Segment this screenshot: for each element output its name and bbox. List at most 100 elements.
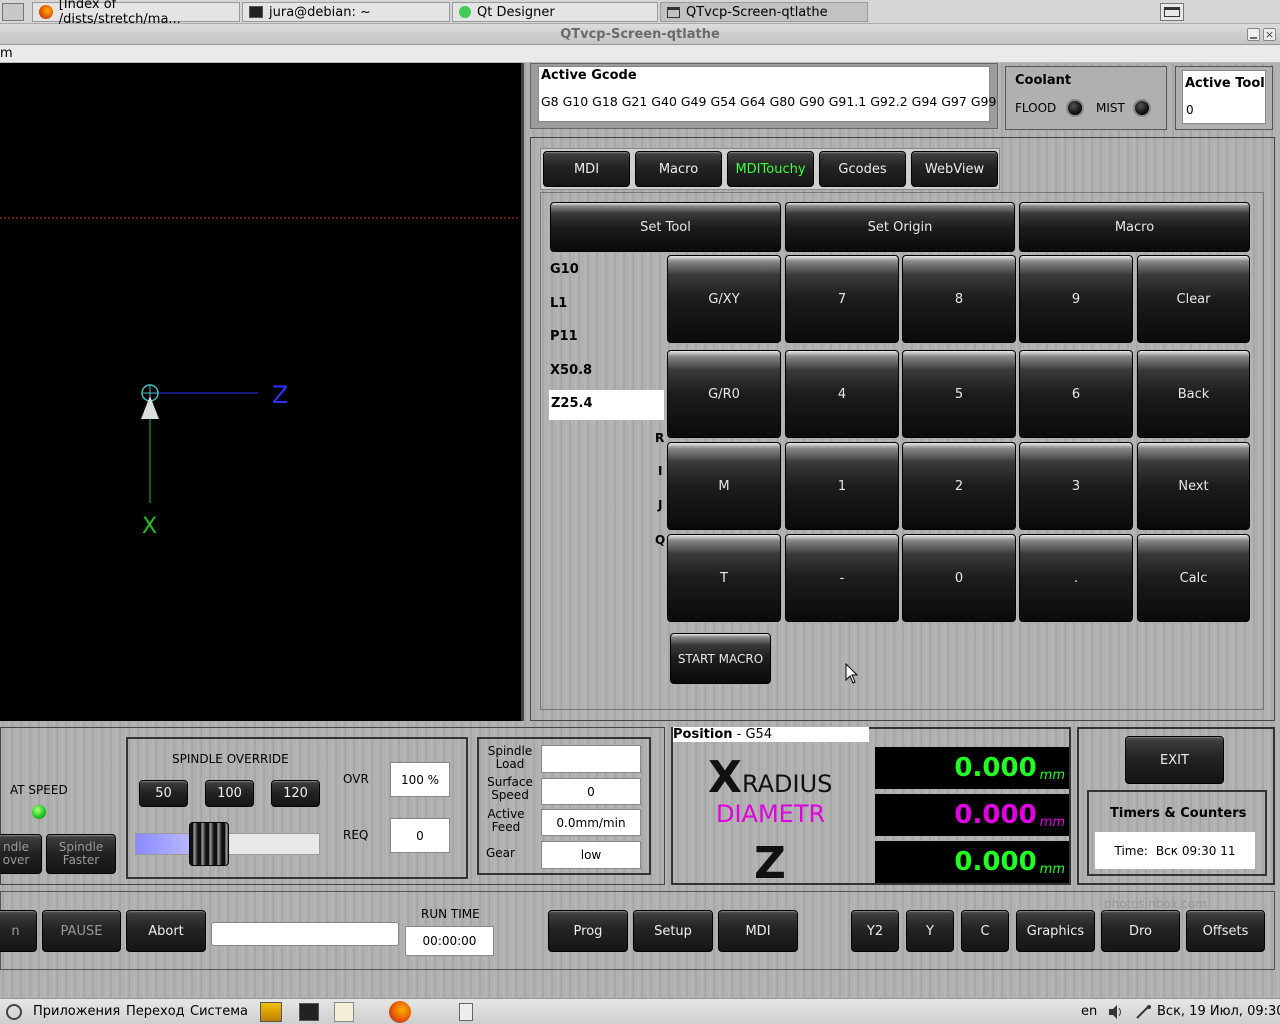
show-desktop-icon[interactable] xyxy=(1160,3,1184,21)
ovr-value-text: 100 % xyxy=(400,772,440,787)
override-slider-handle[interactable] xyxy=(189,822,229,866)
keypad-key[interactable]: 3 xyxy=(1019,442,1133,530)
view-offsets-button[interactable]: Offsets xyxy=(1186,910,1265,952)
menu-applications[interactable]: Приложения xyxy=(33,1004,120,1019)
nav-mdi-button[interactable]: MDI xyxy=(718,910,798,952)
firefox-launcher-icon[interactable] xyxy=(389,1001,411,1023)
keypad-key[interactable]: G/XY xyxy=(667,255,781,343)
close-icon[interactable]: × xyxy=(1263,28,1276,41)
network-icon[interactable] xyxy=(1135,1004,1153,1020)
override-100-button[interactable]: 100 xyxy=(205,780,254,807)
time-box: Time: Вск 09:30 11 xyxy=(1095,832,1255,869)
keypad-key[interactable]: 5 xyxy=(902,350,1016,438)
menu-system[interactable]: Система xyxy=(190,1004,248,1019)
macro-button[interactable]: Macro xyxy=(1019,202,1250,252)
coolant-title: Coolant xyxy=(1015,73,1072,88)
button-label: 120 xyxy=(283,786,308,801)
top-taskbar: [Index of /dists/stretch/ma... jura@debi… xyxy=(0,0,1280,27)
taskbar-tab-qtvcp[interactable]: QTvcp-Screen-qtlathe xyxy=(660,2,868,22)
menu-places[interactable]: Переход xyxy=(126,1004,185,1019)
taskbar-tab-terminal[interactable]: jura@debian: ~ xyxy=(242,2,450,22)
button-label: Offsets xyxy=(1202,923,1249,939)
keypad-key[interactable]: - xyxy=(785,534,899,622)
abort-button[interactable]: Abort xyxy=(126,910,206,952)
set-origin-button[interactable]: Set Origin xyxy=(785,202,1015,252)
taskbar-tab-browser[interactable]: [Index of /dists/stretch/ma... xyxy=(32,0,240,27)
req-value-text: 0 xyxy=(416,828,424,843)
view-dro-button[interactable]: Dro xyxy=(1101,910,1180,952)
req-label: REQ xyxy=(343,828,369,842)
keypad-key[interactable]: 1 xyxy=(785,442,899,530)
graphics-preview[interactable]: Z X xyxy=(0,63,524,721)
menu-bar: m xyxy=(0,45,1280,63)
keypad-key[interactable]: M xyxy=(667,442,781,530)
nav-setup-button[interactable]: Setup xyxy=(633,910,713,952)
dro-value: 0.000 xyxy=(954,800,1037,830)
keypad-key[interactable]: 6 xyxy=(1019,350,1133,438)
ovr-value: 100 % xyxy=(390,762,450,797)
pause-button[interactable]: PAUSE xyxy=(42,910,121,952)
active-tool-panel: Active Tool 0 xyxy=(1175,66,1273,130)
trash-icon[interactable] xyxy=(459,1003,473,1021)
view-graphics-button[interactable]: Graphics xyxy=(1016,910,1095,952)
taskbar-tab-qt-designer[interactable]: Qt Designer xyxy=(452,2,658,22)
run-button[interactable]: n xyxy=(0,910,37,952)
key-label: . xyxy=(1073,570,1079,586)
dro-unit: mm xyxy=(1039,815,1065,830)
coolant-panel: Coolant FLOOD MIST xyxy=(1005,66,1167,130)
view-c-button[interactable]: C xyxy=(961,910,1009,952)
override-50-button[interactable]: 50 xyxy=(139,780,188,807)
keypad-key[interactable]: Back xyxy=(1137,350,1250,438)
tab-webview[interactable]: WebView xyxy=(911,151,998,187)
panel-clock[interactable]: Вск, 19 Июл, 09:30 xyxy=(1157,1004,1280,1019)
keypad-key[interactable]: Clear xyxy=(1137,255,1250,343)
active-feed-text: 0.0mm/min xyxy=(556,815,626,830)
volume-icon[interactable] xyxy=(1107,1004,1125,1020)
word-z-selected[interactable]: Z25.4 xyxy=(549,390,664,420)
start-macro-button[interactable]: START MACRO xyxy=(670,633,771,684)
menu-item[interactable]: m xyxy=(0,46,13,61)
taskbar-tab-label: [Index of /dists/stretch/ma... xyxy=(58,0,181,27)
keypad-key[interactable]: 2 xyxy=(902,442,1016,530)
view-y2-button[interactable]: Y2 xyxy=(851,910,899,952)
button-label: Y xyxy=(926,923,934,939)
tab-mditouchy[interactable]: MDITouchy xyxy=(727,151,814,187)
active-feed-label: Active Feed xyxy=(487,807,525,834)
button-label: Set Origin xyxy=(867,219,933,235)
keypad-key[interactable]: Calc xyxy=(1137,534,1250,622)
spindle-faster-button[interactable]: Spindle Faster xyxy=(46,834,116,874)
system-panel: Приложения Переход Система en Вск, 19 Ию… xyxy=(0,998,1280,1024)
dro-x-axis-label: X RADIUS xyxy=(708,752,832,803)
keypad-key[interactable]: 9 xyxy=(1019,255,1133,343)
mist-led-icon xyxy=(1133,99,1151,117)
view-y-button[interactable]: Y xyxy=(906,910,954,952)
button-label: START MACRO xyxy=(677,651,764,666)
keypad-key[interactable]: Next xyxy=(1137,442,1250,530)
minimize-icon[interactable] xyxy=(1247,28,1260,41)
terminal-launcher-icon[interactable] xyxy=(299,1003,319,1021)
spindle-slower-button[interactable]: ndle over xyxy=(0,834,42,874)
exit-button[interactable]: EXIT xyxy=(1125,736,1224,784)
keypad-key[interactable]: 4 xyxy=(785,350,899,438)
tab-mdi[interactable]: MDI xyxy=(543,151,630,187)
keyboard-layout[interactable]: en xyxy=(1081,1004,1097,1019)
text-editor-icon[interactable] xyxy=(334,1002,354,1022)
keypad-key[interactable]: 7 xyxy=(785,255,899,343)
key-label: 1 xyxy=(837,478,847,494)
keypad-key[interactable]: 0 xyxy=(902,534,1016,622)
override-120-button[interactable]: 120 xyxy=(271,780,320,807)
tab-gcodes[interactable]: Gcodes xyxy=(819,151,906,187)
tab-macro[interactable]: Macro xyxy=(635,151,722,187)
tab-label: WebView xyxy=(924,161,985,177)
mouse-cursor-icon xyxy=(845,663,859,684)
keypad-key[interactable]: T xyxy=(667,534,781,622)
keypad-key[interactable]: . xyxy=(1019,534,1133,622)
time-label: Time: xyxy=(1114,843,1148,858)
linuxcnc-icon[interactable] xyxy=(260,1002,282,1022)
set-tool-button[interactable]: Set Tool xyxy=(550,202,781,252)
keypad-key[interactable]: 8 xyxy=(902,255,1016,343)
keypad-key[interactable]: G/R0 xyxy=(667,350,781,438)
workspace-icon[interactable] xyxy=(2,3,24,21)
nav-prog-button[interactable]: Prog xyxy=(548,910,628,952)
active-gcode-box: Active Gcode G8 G10 G18 G21 G40 G49 G54 … xyxy=(538,66,996,122)
